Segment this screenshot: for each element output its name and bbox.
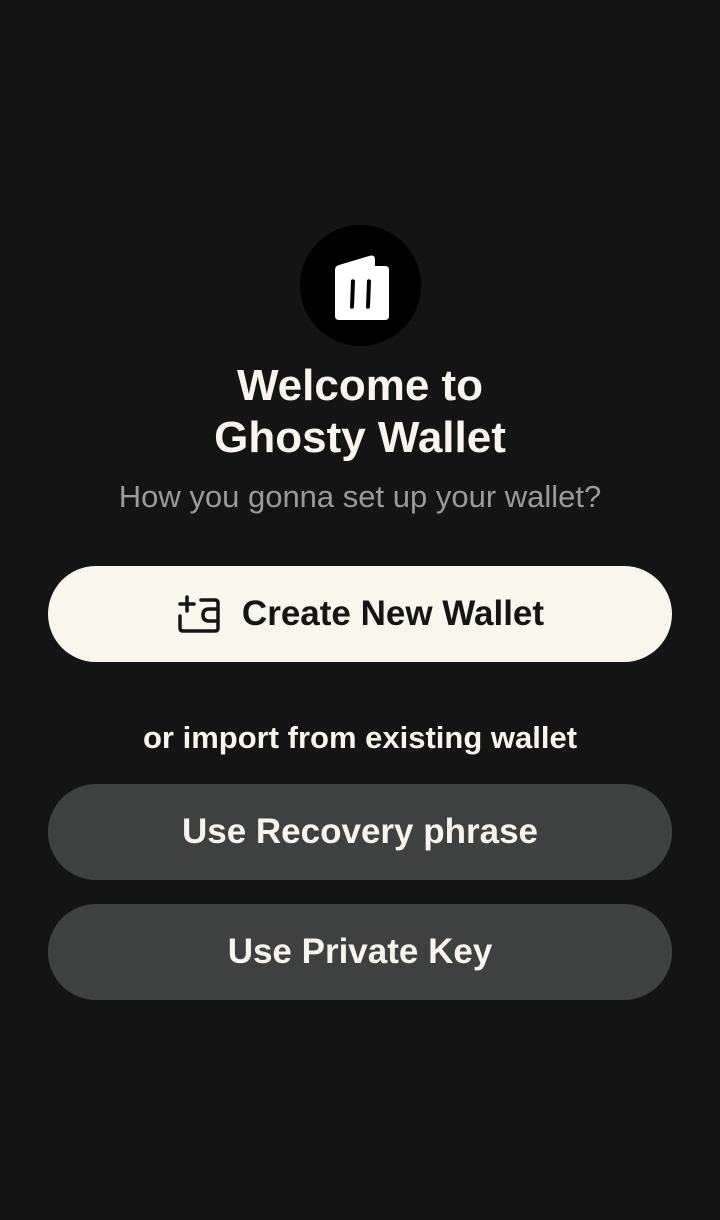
setup-subtitle: How you gonna set up your wallet? (118, 479, 602, 514)
welcome-title-line1: Welcome to (236, 361, 484, 410)
welcome-title-line2: Ghosty Wallet (214, 413, 506, 462)
use-recovery-phrase-label: Use Recovery phrase (181, 812, 539, 851)
ghost-wallet-icon (334, 255, 389, 320)
create-new-wallet-label: Create New Wallet (241, 594, 545, 633)
welcome-title: Welcome to Ghosty Wallet (0, 360, 720, 464)
use-recovery-phrase-button[interactable]: Use Recovery phrase (48, 784, 672, 880)
use-private-key-button[interactable]: Use Private Key (48, 904, 672, 1000)
add-wallet-icon (176, 594, 222, 634)
import-prompt: or import from existing wallet (142, 720, 578, 755)
use-private-key-label: Use Private Key (227, 932, 493, 971)
app-logo (300, 225, 421, 346)
create-new-wallet-button[interactable]: Create New Wallet (48, 566, 672, 662)
